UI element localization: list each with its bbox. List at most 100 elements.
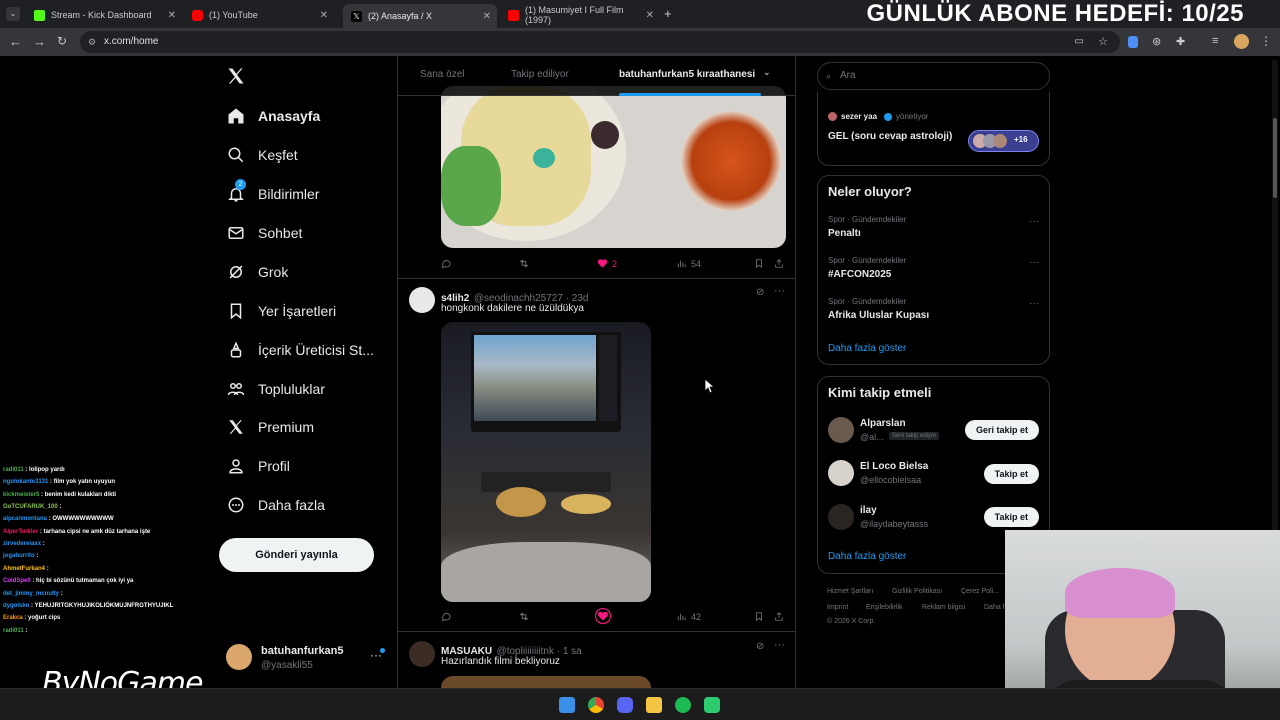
grok-icon[interactable]: ⊘	[756, 641, 764, 652]
scrollbar-thumb[interactable]	[1273, 118, 1277, 198]
follow-back-button[interactable]: Geri takip et	[964, 420, 1039, 440]
suggested-user-name[interactable]: El Loco Bielsa	[860, 461, 928, 472]
discord-icon[interactable]	[617, 697, 633, 713]
share-icon[interactable]	[774, 258, 788, 269]
post-button[interactable]: Gönderi yayınla	[219, 538, 374, 572]
tab-kick[interactable]: Stream - Kick Dashboard ✕	[26, 4, 182, 26]
follow-button[interactable]: Takip et	[983, 464, 1039, 484]
tweet-image-preview[interactable]	[441, 676, 651, 688]
chrome-icon[interactable]	[588, 697, 604, 713]
avatar[interactable]	[409, 287, 435, 313]
tab-x-home[interactable]: 𝕏 (2) Anasayfa / X ✕	[343, 4, 497, 28]
tweet-image-food[interactable]	[441, 86, 786, 248]
bookmark-icon[interactable]	[754, 611, 768, 622]
nav-bookmarks[interactable]: Yer İşaretleri	[227, 298, 336, 324]
spotify-icon[interactable]	[675, 697, 691, 713]
cast-icon[interactable]: ▭	[1075, 31, 1084, 53]
tweet-image-monitor[interactable]	[441, 322, 651, 602]
grok-icon[interactable]: ⊘	[756, 287, 764, 298]
bookmark-star-icon[interactable]: ☆	[1098, 31, 1108, 53]
nav-notifications[interactable]: 2 Bildirimler	[227, 179, 319, 207]
reply-button[interactable]	[441, 258, 456, 269]
kick-icon	[34, 9, 45, 21]
nav-explore[interactable]: Keşfet	[227, 142, 298, 168]
footer-link[interactable]: Çerez Poli...	[961, 588, 999, 595]
avatar[interactable]	[409, 641, 435, 667]
x-logo-icon[interactable]	[226, 66, 246, 86]
tab-for-you[interactable]: Sana özel	[420, 69, 464, 80]
tab-following[interactable]: Takip ediliyor	[511, 69, 569, 80]
show-more-follow[interactable]: Daha fazla göster	[828, 551, 906, 562]
nav-premium[interactable]: Premium	[227, 414, 314, 440]
avatar[interactable]	[828, 460, 854, 486]
tab-search-button[interactable]: ⌄	[6, 7, 20, 21]
tab-youtube[interactable]: (1) YouTube ✕	[184, 4, 340, 26]
extension-icon[interactable]	[1128, 36, 1138, 48]
footer-link[interactable]: Hizmet Şartları	[827, 588, 873, 595]
puzzle-icon[interactable]: ✚	[1176, 35, 1185, 48]
trend-more-icon[interactable]: ···	[1029, 298, 1039, 309]
nav-profile[interactable]: Profil	[227, 453, 290, 479]
space-listeners[interactable]: +16	[968, 130, 1039, 152]
nav-grok[interactable]: Grok	[227, 259, 288, 285]
trend-more-icon[interactable]: ···	[1029, 257, 1039, 268]
profile-avatar[interactable]	[1234, 34, 1249, 49]
address-bar[interactable]: ⚙ x.com/home ☆ ▭	[80, 31, 1120, 53]
avatar[interactable]	[828, 417, 854, 443]
tweet-more-icon[interactable]: ···	[774, 639, 785, 651]
windows-start-icon[interactable]	[559, 697, 575, 713]
nav-more[interactable]: Daha fazla	[227, 492, 325, 518]
tab-community[interactable]: batuhanfurkan5 kıraathanesi	[619, 69, 755, 80]
like-button[interactable]: 2	[597, 258, 617, 269]
app-icon[interactable]	[704, 697, 720, 713]
suggested-user-name[interactable]: Alparslan	[860, 418, 906, 429]
mouse-cursor	[704, 378, 716, 399]
suggested-user-name[interactable]: ilay	[860, 505, 877, 516]
bookmark-icon[interactable]	[754, 258, 768, 269]
browser-tab-bar: ⌄ Stream - Kick Dashboard ✕ (1) YouTube …	[0, 0, 1280, 28]
media-icon[interactable]: ≡	[1212, 35, 1218, 47]
close-icon[interactable]: ✕	[320, 10, 328, 21]
chevron-down-icon[interactable]: ⌄	[763, 67, 771, 78]
repost-button[interactable]	[518, 258, 534, 269]
avatar	[828, 112, 837, 121]
close-icon[interactable]: ✕	[483, 11, 491, 22]
forward-icon[interactable]: →	[33, 34, 46, 49]
extension-icon[interactable]: ⊛	[1152, 35, 1161, 48]
repost-button[interactable]	[518, 611, 534, 622]
avatar[interactable]	[828, 504, 854, 530]
reply-button[interactable]	[441, 611, 456, 622]
trend-item[interactable]: Penaltı	[828, 228, 861, 239]
search-input[interactable]: ⌕ Ara	[817, 62, 1050, 90]
footer-link[interactable]: Gizlilik Politikası	[892, 588, 942, 595]
nav-home[interactable]: Anasayfa	[227, 103, 320, 129]
avatar[interactable]	[226, 644, 252, 670]
chat-message: ngolokante3131 : film yok yatın uyuyun	[3, 479, 116, 485]
nav-communities[interactable]: Topluluklar	[227, 376, 325, 402]
footer-link[interactable]: Erişilebilirlik	[866, 604, 903, 611]
live-space-box[interactable]: sezer yaa yönetiyor GEL (soru cevap astr…	[817, 92, 1050, 166]
file-explorer-icon[interactable]	[646, 697, 662, 713]
views-button[interactable]: 54	[676, 258, 701, 269]
close-icon[interactable]: ✕	[168, 10, 176, 21]
menu-icon[interactable]: ⋮	[1260, 34, 1272, 48]
nav-creator-studio[interactable]: İçerik Üreticisi St...	[227, 337, 374, 363]
follow-button[interactable]: Takip et	[983, 507, 1039, 527]
footer-link[interactable]: Imprint	[827, 604, 848, 611]
back-icon[interactable]: ←	[9, 34, 22, 49]
show-more-trends[interactable]: Daha fazla göster	[828, 343, 906, 354]
trend-item[interactable]: #AFCON2025	[828, 269, 891, 280]
nav-messages[interactable]: Sohbet	[227, 220, 302, 246]
trend-more-icon[interactable]: ···	[1029, 216, 1039, 227]
site-info-icon[interactable]: ⚙	[88, 31, 96, 53]
views-button[interactable]: 42	[676, 611, 701, 622]
new-tab-button[interactable]: +	[664, 6, 672, 21]
trend-item[interactable]: Afrika Uluslar Kupası	[828, 310, 929, 321]
close-icon[interactable]: ✕	[646, 10, 654, 21]
footer-link[interactable]: Reklam bilgisi	[922, 604, 965, 611]
reload-icon[interactable]: ↻	[57, 34, 67, 48]
share-icon[interactable]	[774, 611, 788, 622]
like-button[interactable]	[594, 607, 616, 625]
tab-film[interactable]: (1) Masumiyet I Full Film (1997) ✕	[500, 4, 660, 26]
tweet-more-icon[interactable]: ···	[774, 285, 785, 297]
